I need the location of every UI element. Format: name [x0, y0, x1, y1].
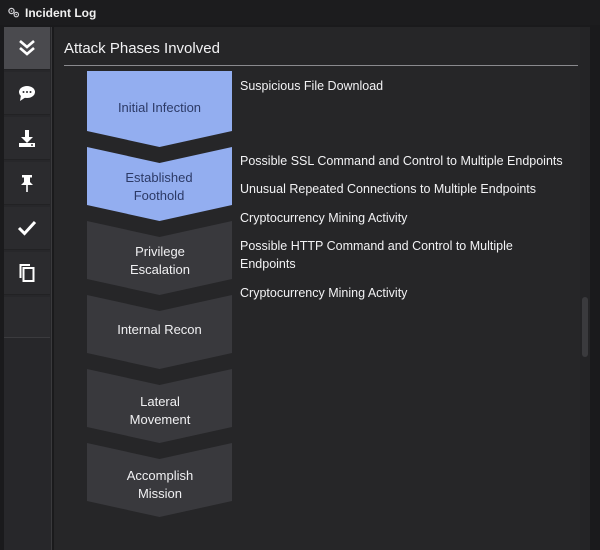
- title-divider: [64, 65, 578, 66]
- scrollbar-thumb[interactable]: [582, 297, 588, 357]
- event-item[interactable]: Possible SSL Command and Control to Mult…: [240, 152, 585, 170]
- phase-label: Established Foothold: [125, 170, 193, 203]
- sidebar-toolbar: [4, 27, 52, 550]
- phase-label: Internal Recon: [117, 322, 202, 337]
- copy-button[interactable]: [4, 252, 50, 295]
- sidebar-spacer: [4, 297, 50, 338]
- pin-icon: [21, 175, 33, 192]
- attack-phases-panel: Attack Phases Involved Initial Infection…: [54, 27, 590, 550]
- collapse-button[interactable]: [4, 27, 50, 70]
- phase-label: Privilege Escalation: [130, 244, 190, 277]
- title-bar: Incident Log: [0, 0, 600, 25]
- event-item[interactable]: Possible HTTP Command and Control to Mul…: [240, 237, 560, 273]
- comments-button[interactable]: [4, 72, 50, 115]
- copy-icon: [19, 264, 35, 282]
- event-item[interactable]: Cryptocurrency Mining Activity: [240, 209, 585, 227]
- download-icon: [19, 130, 35, 147]
- speech-bubble-icon: [19, 86, 35, 101]
- event-item[interactable]: Unusual Repeated Connections to Multiple…: [240, 180, 585, 198]
- window-title: Incident Log: [25, 5, 97, 20]
- pin-button[interactable]: [4, 162, 50, 205]
- phase-label: Accomplish Mission: [126, 468, 194, 501]
- gear-cluster-icon: [6, 6, 20, 20]
- event-item[interactable]: Cryptocurrency Mining Activity: [240, 284, 585, 302]
- phase-label: Lateral Movement: [129, 394, 191, 427]
- checkmark-icon: [17, 220, 37, 236]
- download-button[interactable]: [4, 117, 50, 160]
- resolve-button[interactable]: [4, 207, 50, 250]
- phase-label: Initial Infection: [117, 100, 202, 115]
- event-item[interactable]: Suspicious File Download: [240, 77, 585, 95]
- panel-title: Attack Phases Involved: [64, 40, 220, 57]
- panel-scrollbar[interactable]: [580, 27, 590, 550]
- double-chevron-down-icon: [19, 40, 35, 56]
